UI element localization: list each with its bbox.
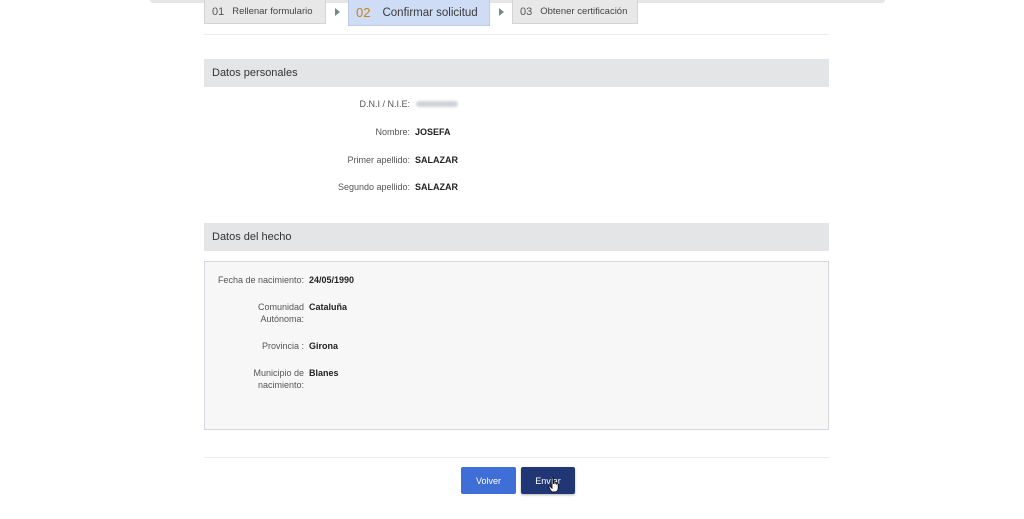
divider	[204, 457, 829, 458]
field-fecha-nacimiento: Fecha de nacimiento: 24/05/1990	[204, 274, 354, 286]
fecha-nacimiento-label: Fecha de nacimiento:	[217, 275, 304, 285]
step-label: Confirmar solicitud	[382, 6, 478, 19]
field-municipio-nacimiento: Municipio de nacimiento: Blanes	[204, 367, 339, 391]
comunidad-label: Comunidad Autónoma:	[204, 301, 304, 325]
municipio-label: Municipio de nacimiento:	[204, 367, 304, 391]
field-nombre: Nombre: JOSEFA	[210, 127, 451, 137]
step-arrow-icon	[490, 0, 512, 24]
nombre-value: JOSEFA	[415, 127, 451, 137]
volver-button[interactable]: Volver	[461, 467, 516, 494]
field-dni: D.N.I / N.I.E:	[210, 99, 458, 109]
fecha-nacimiento-value: 24/05/1990	[309, 275, 355, 285]
step-number: 01	[212, 5, 225, 18]
comunidad-label-line-2: Autónoma:	[260, 314, 304, 324]
step-number: 02	[356, 5, 371, 20]
municipio-label-line-1: Municipio de	[253, 368, 304, 378]
dni-label: D.N.I / N.I.E:	[359, 99, 410, 109]
step-obtener-certificacion: 03 Obtener certificación	[512, 0, 638, 24]
comunidad-value: Cataluña	[309, 302, 348, 312]
step-number: 03	[520, 5, 533, 18]
comunidad-label-line-1: Comunidad	[257, 302, 304, 312]
section-title: Datos personales	[212, 67, 298, 79]
segundo-apellido-label: Segundo apellido:	[337, 182, 410, 192]
progress-steps: 01 Rellenar formulario 02 Confirmar soli…	[204, 0, 638, 26]
field-comunidad-autonoma: Comunidad Autónoma: Cataluña	[204, 301, 347, 325]
field-provincia: Provincia : Girona	[204, 340, 338, 352]
field-primer-apellido: Primer apellido: SALAZAR	[210, 155, 458, 165]
divider	[204, 34, 829, 35]
field-segundo-apellido: Segundo apellido: SALAZAR	[210, 182, 458, 192]
section-title: Datos del hecho	[212, 231, 292, 243]
provincia-value: Girona	[309, 341, 339, 351]
step-arrow-icon	[326, 0, 348, 24]
primer-apellido-value: SALAZAR	[415, 155, 458, 165]
dni-value-redacted	[416, 101, 458, 107]
step-label: Obtener certificación	[540, 6, 628, 17]
municipio-value: Blanes	[309, 368, 339, 378]
municipio-label-line-2: nacimiento:	[257, 380, 304, 390]
primer-apellido-label: Primer apellido:	[347, 155, 410, 165]
nombre-label: Nombre:	[375, 127, 410, 137]
section-datos-personales-header: Datos personales	[204, 59, 829, 87]
segundo-apellido-value: SALAZAR	[415, 182, 458, 192]
provincia-label: Provincia :	[261, 341, 304, 351]
step-label: Rellenar formulario	[232, 6, 313, 17]
hand-cursor-icon	[548, 477, 559, 493]
section-datos-del-hecho-header: Datos del hecho	[204, 223, 829, 251]
step-confirmar-solicitud: 02 Confirmar solicitud	[348, 0, 490, 26]
step-rellenar-formulario: 01 Rellenar formulario	[204, 0, 326, 24]
